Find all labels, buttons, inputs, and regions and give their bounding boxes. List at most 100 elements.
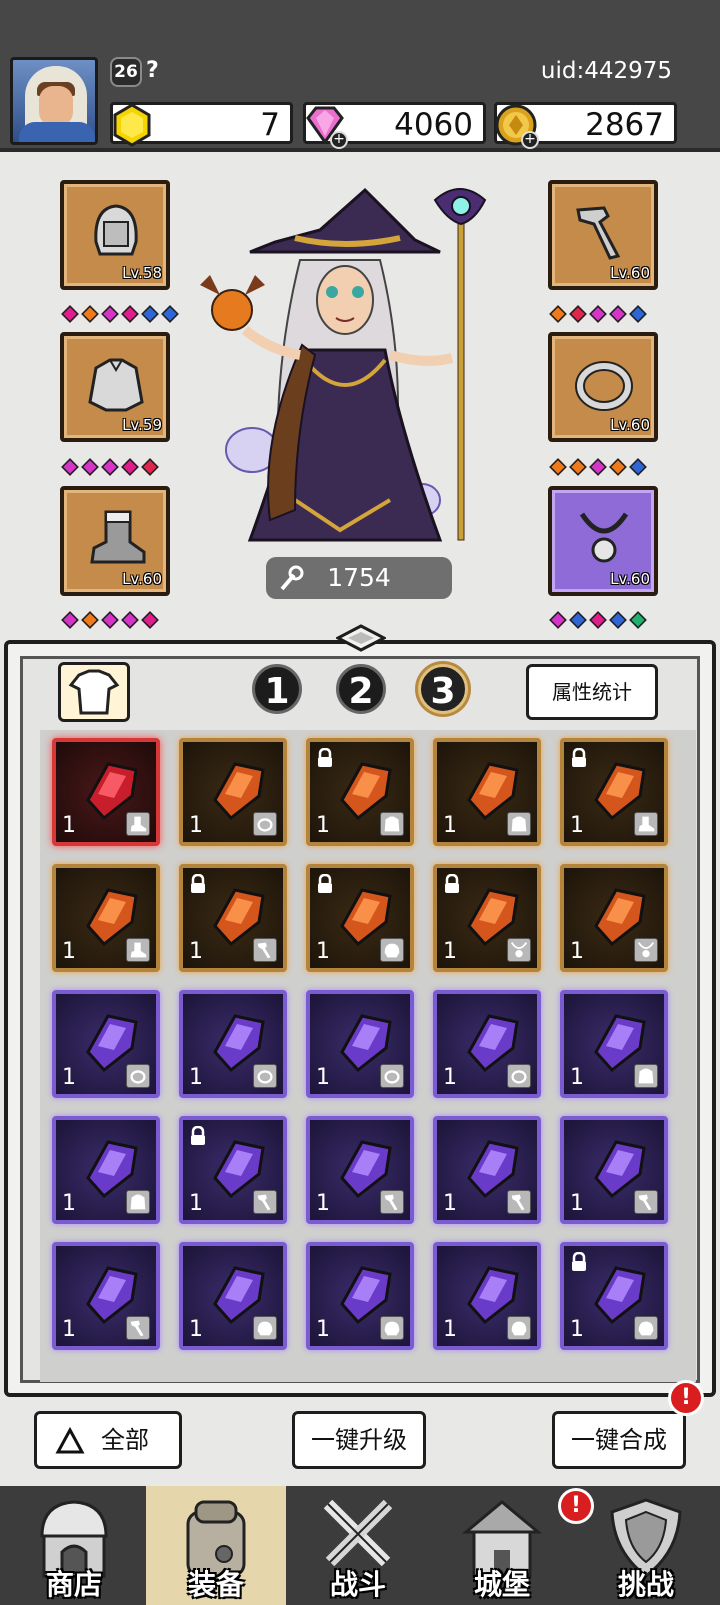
inventory-item[interactable]: 1 <box>560 864 668 972</box>
add-diamonds-icon[interactable]: + <box>330 131 348 149</box>
inventory-item[interactable]: 1 <box>560 1116 668 1224</box>
inventory-item[interactable]: 1 <box>433 1116 541 1224</box>
inventory-item[interactable]: 1 <box>52 738 160 846</box>
player-uid: uid:442975 <box>540 58 672 84</box>
item-quantity: 1 <box>443 1317 457 1342</box>
armor-icon <box>126 1190 150 1214</box>
filter-all-button[interactable]: 全部 <box>34 1411 182 1469</box>
helmet-icon <box>634 1316 658 1340</box>
inventory-item[interactable]: 1 <box>560 738 668 846</box>
gem-amount: 7 <box>260 107 280 143</box>
item-quantity: 1 <box>62 813 76 838</box>
player-name: ? <box>146 58 159 83</box>
inventory-item[interactable]: 1 <box>179 990 287 1098</box>
inventory-item[interactable]: 1 <box>306 990 414 1098</box>
inventory-item[interactable]: 1 <box>306 738 414 846</box>
helmet-icon <box>380 1316 404 1340</box>
power-staff-icon <box>280 565 304 591</box>
inventory-item[interactable]: 1 <box>433 738 541 846</box>
nav-shop-label: 商店 <box>45 1568 102 1601</box>
helmet-icon <box>380 938 404 962</box>
equip-level: Lv.60 <box>610 264 650 282</box>
weapon-icon <box>380 1190 404 1214</box>
bag-page-tab-3[interactable]: 3 <box>418 664 468 714</box>
nav-shop[interactable]: 商店 <box>4 1486 144 1605</box>
inventory-item[interactable]: 1 <box>306 864 414 972</box>
item-quantity: 1 <box>316 939 330 964</box>
nav-equipment[interactable]: 装备 <box>146 1486 286 1605</box>
inventory-item[interactable]: 1 <box>52 1116 160 1224</box>
nav-castle-label: 城堡 <box>473 1568 530 1601</box>
equip-level: Lv.59 <box>122 416 162 434</box>
item-quantity: 1 <box>316 1065 330 1090</box>
bag-page-tab-1[interactable]: 1 <box>252 664 302 714</box>
player-avatar[interactable] <box>10 57 98 145</box>
equip-slot-boots[interactable]: Lv.60 <box>60 486 170 596</box>
inventory-item[interactable]: 1 <box>433 1242 541 1350</box>
item-quantity: 1 <box>443 939 457 964</box>
boots-icon <box>126 812 150 836</box>
inventory-item[interactable]: 1 <box>306 1116 414 1224</box>
ring-gem-sockets <box>549 458 647 477</box>
equip-slot-necklace[interactable]: Lv.60 <box>548 486 658 596</box>
player-level-badge: 26 <box>110 57 142 87</box>
nav-castle[interactable]: 城堡 <box>432 1486 572 1605</box>
nav-battle-label: 战斗 <box>329 1568 386 1601</box>
weapon-icon <box>126 1316 150 1340</box>
helmet-icon <box>253 1316 277 1340</box>
inventory-item[interactable]: 1 <box>179 1116 287 1224</box>
equip-slot-helmet[interactable]: Lv.58 <box>60 180 170 290</box>
item-quantity: 1 <box>189 813 203 838</box>
ring-icon <box>380 1064 404 1088</box>
inventory-item[interactable]: 1 <box>52 864 160 972</box>
item-quantity: 1 <box>62 1065 76 1090</box>
inventory-item[interactable]: 1 <box>560 1242 668 1350</box>
equip-slot-ring[interactable]: Lv.60 <box>548 332 658 442</box>
item-quantity: 1 <box>570 939 584 964</box>
nav-challenge[interactable]: 挑战 <box>576 1486 716 1605</box>
boots-gem-sockets <box>61 611 159 630</box>
weapon-icon <box>253 1190 277 1214</box>
equip-slot-armor[interactable]: Lv.59 <box>60 332 170 442</box>
equip-level: Lv.60 <box>122 570 162 588</box>
item-quantity: 1 <box>443 813 457 838</box>
inventory-item[interactable]: 1 <box>179 864 287 972</box>
nav-battle[interactable]: 战斗 <box>288 1486 428 1605</box>
armor-icon <box>507 812 531 836</box>
inventory-item[interactable]: 1 <box>306 1242 414 1350</box>
armor-gem-sockets <box>61 458 159 477</box>
diamond-amount: 4060 <box>394 107 473 143</box>
item-quantity: 1 <box>443 1065 457 1090</box>
inventory-item[interactable]: 1 <box>433 864 541 972</box>
witch-hero-portrait[interactable] <box>190 180 540 560</box>
item-quantity: 1 <box>62 1317 76 1342</box>
attribute-stats-button[interactable]: 属性统计 <box>526 664 658 720</box>
item-quantity: 1 <box>570 1065 584 1090</box>
inventory-item[interactable]: 1 <box>560 990 668 1098</box>
bag-page-tab-2[interactable]: 2 <box>336 664 386 714</box>
item-quantity: 1 <box>570 1317 584 1342</box>
lock-icon <box>191 874 205 893</box>
merge-all-button[interactable]: 一键合成 <box>552 1411 686 1469</box>
inventory-item[interactable]: 1 <box>179 1242 287 1350</box>
item-quantity: 1 <box>570 1191 584 1216</box>
weapon-icon <box>507 1190 531 1214</box>
gem-currency[interactable]: 7 <box>110 102 293 147</box>
lock-icon <box>191 1126 205 1145</box>
inventory-item[interactable]: 1 <box>179 738 287 846</box>
add-coins-icon[interactable]: + <box>521 131 539 149</box>
diamond-currency[interactable]: + 4060 <box>303 102 486 149</box>
equipment-filter-tab[interactable] <box>58 662 130 722</box>
inventory-item[interactable]: 1 <box>52 990 160 1098</box>
upgrade-all-button[interactable]: 一键升级 <box>292 1411 426 1469</box>
inventory-item[interactable]: 1 <box>433 990 541 1098</box>
coin-currency[interactable]: + 2867 <box>494 102 677 149</box>
ring-icon <box>575 361 633 411</box>
equip-slot-weapon[interactable]: Lv.60 <box>548 180 658 290</box>
ring-icon <box>253 1064 277 1088</box>
item-quantity: 1 <box>316 813 330 838</box>
merge-alert-badge: ! <box>668 1380 704 1416</box>
helmet-icon <box>94 204 138 256</box>
inventory-item[interactable]: 1 <box>52 1242 160 1350</box>
nav-challenge-label: 挑战 <box>617 1568 674 1601</box>
